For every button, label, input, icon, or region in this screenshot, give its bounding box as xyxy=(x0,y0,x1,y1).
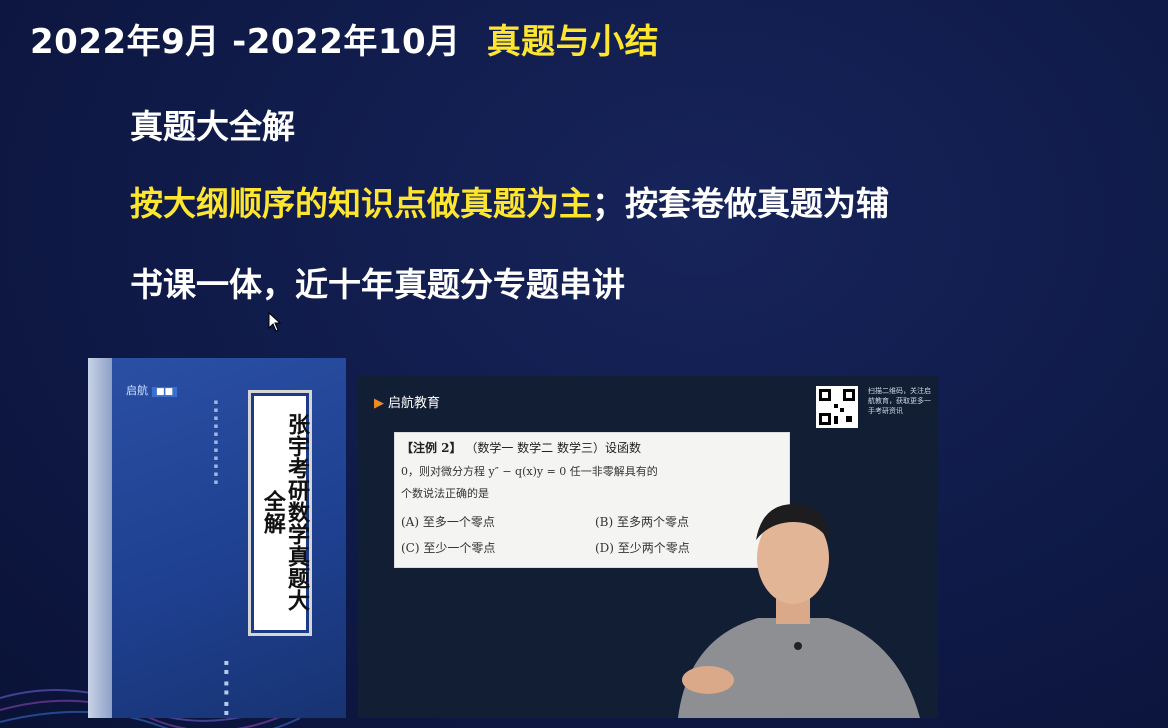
slide-title: 2022年9月 -2022年10月 真题与小结 xyxy=(30,14,659,63)
book-cover-image: 启航 ■■ ▪▪▪▪▪▪▪▪▪▪▪ 张宇考研数学真题大全解 ▪▪ ▪▪ ▪▪ xyxy=(88,358,346,718)
qr-caption: 扫描二维码，关注启航教育，获取更多一手考研资讯 xyxy=(868,387,931,415)
bullet-1: 真题大全解 xyxy=(130,107,295,146)
question-line-2: 个数说法正确的是 xyxy=(401,487,489,500)
book-front: 启航 ■■ ▪▪▪▪▪▪▪▪▪▪▪ 张宇考研数学真题大全解 ▪▪ ▪▪ ▪▪ xyxy=(112,358,346,718)
qr-code-icon xyxy=(816,386,858,428)
date-range: 2022年9月 -2022年10月 xyxy=(30,22,461,62)
book-publisher-logo: 启航 ■■ xyxy=(126,382,178,398)
bullet-3: 书课一体，近十年真题分专题串讲 xyxy=(130,265,625,304)
option-a: (A) 至多一个零点 xyxy=(401,515,495,529)
bullet-2-highlight: 按大纲顺序的知识点做真题为主 xyxy=(130,184,592,223)
book-side-text: ▪▪▪▪▪▪▪▪▪▪▪ xyxy=(212,398,220,486)
question-line-1: 0，则对微分方程 y″ − q(x)y = 0 任一非零解具有的 xyxy=(401,465,658,478)
bullet-2-rest: ；按套卷做真题为辅 xyxy=(592,184,889,223)
option-c: (C) 至少一个零点 xyxy=(401,541,496,555)
book-author-marks: ▪▪ ▪▪ ▪▪ xyxy=(222,658,231,718)
question-header: 【注例 2】 （数学一 数学二 数学三）设函数 xyxy=(401,441,641,455)
mouse-cursor-icon xyxy=(268,312,282,332)
video-brand-logo: ▶ 启航教育 xyxy=(374,396,441,411)
bullet-2: 按大纲顺序的知识点做真题为主；按套卷做真题为辅 xyxy=(130,177,889,225)
book-spine xyxy=(88,358,112,718)
book-title-label: 张宇考研数学真题大全解 xyxy=(248,390,312,636)
section-title: 真题与小结 xyxy=(486,22,660,62)
presenter-image xyxy=(678,504,920,718)
lecture-video-frame: ▶ 启航教育 扫描二维码，关注启航教育，获取更多一手考研资讯 【注例 2】 （数学… xyxy=(358,376,938,718)
book-title: 张宇考研数学真题大全解 xyxy=(259,413,310,611)
